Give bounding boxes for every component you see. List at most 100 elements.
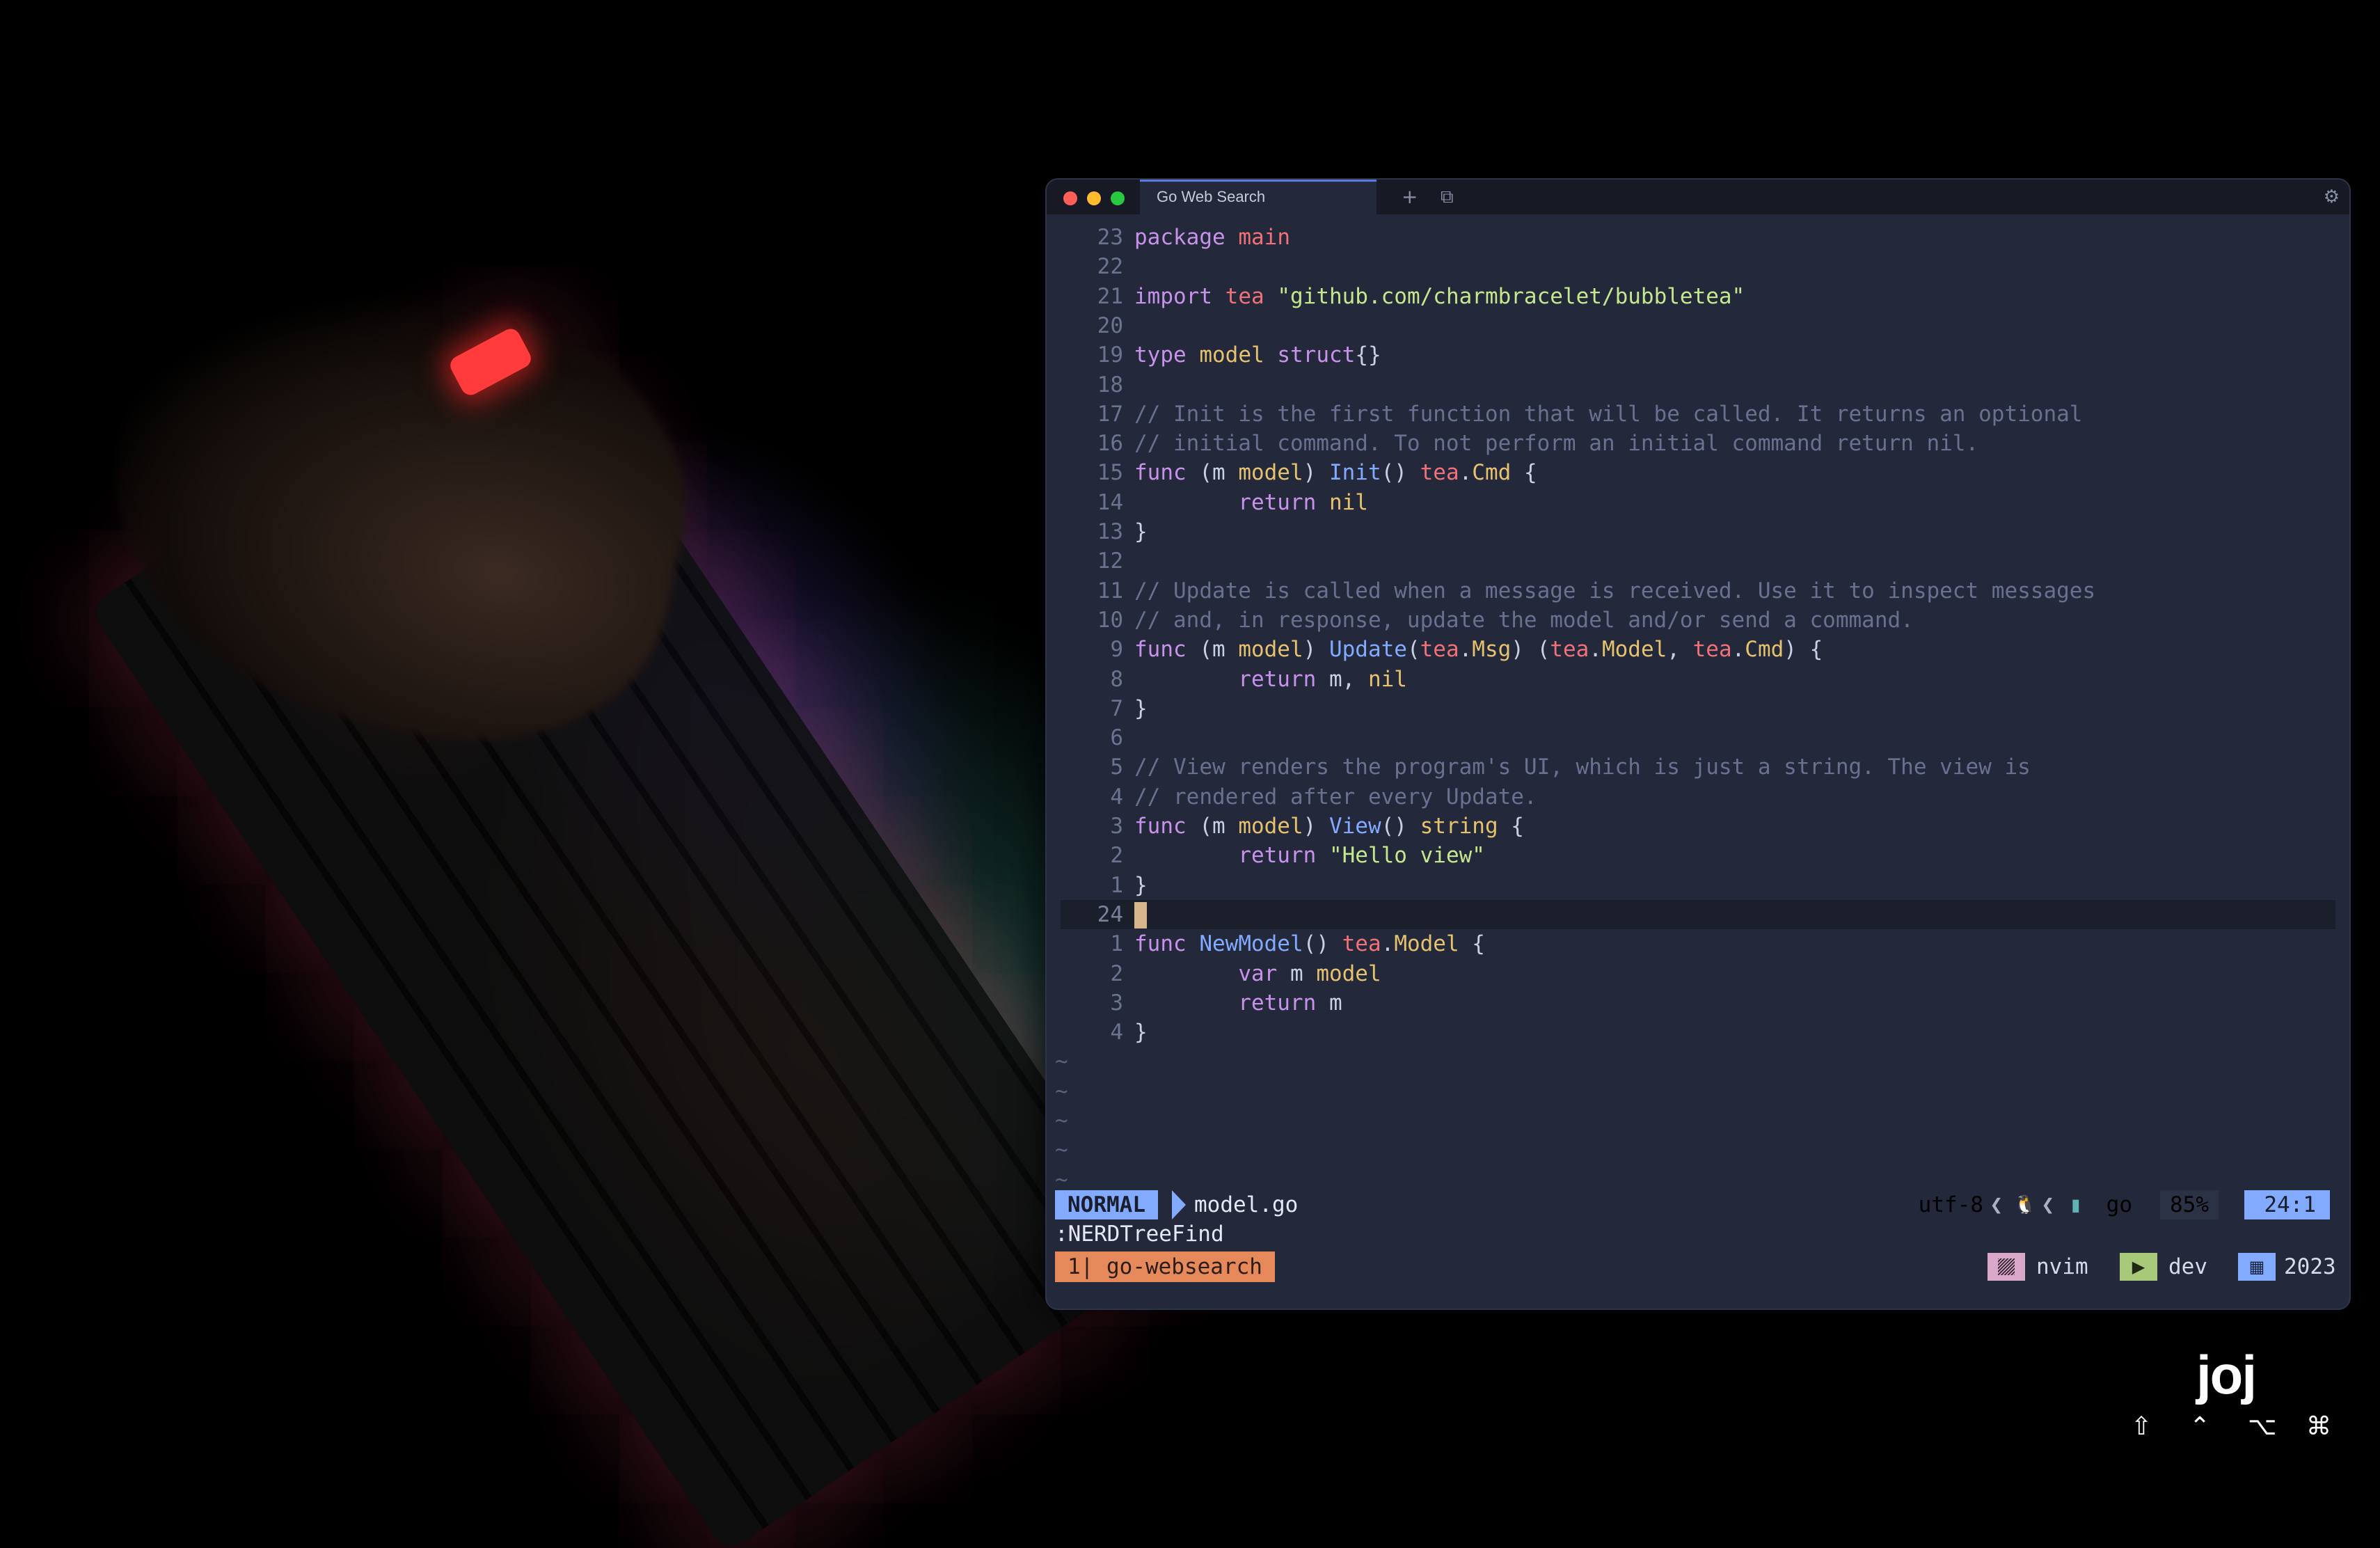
line-code: return "Hello view" [1238, 843, 1485, 869]
line-number: 7 [1110, 695, 1123, 721]
minimize-window-button[interactable] [1087, 191, 1101, 205]
empty-line-marker: ~ [1055, 1049, 1068, 1075]
title-bar: Go Web Search + ⧉ ⚙ [1047, 180, 2349, 214]
line-code: } [1134, 519, 1148, 544]
command-line[interactable]: :NERDTreeFind [1055, 1219, 1224, 1249]
line-number: 15 [1097, 460, 1123, 486]
line-number: 23 [1097, 225, 1123, 250]
code-line[interactable]: 23 package main [1047, 223, 2349, 252]
line-code: // initial command. To not perform an in… [1134, 431, 1979, 457]
tab-go-web-search[interactable]: Go Web Search [1140, 180, 1377, 214]
separator-icon: ❮ [2041, 1192, 2054, 1217]
option-key-icon: ⌥ [2248, 1412, 2277, 1441]
code-line[interactable]: 19 type model struct{} [1047, 340, 2349, 370]
line-number: 8 [1110, 666, 1123, 692]
line-number: 2 [1110, 961, 1123, 986]
code-line[interactable]: 16 // initial command. To not perform an … [1047, 429, 2349, 458]
line-number: 24 [1097, 901, 1123, 927]
file-encoding: utf-8 [1918, 1192, 1983, 1217]
line-code: type model struct{} [1134, 342, 1381, 368]
line-code: func (m model) Init() tea.Cmd { [1134, 460, 1537, 486]
code-line[interactable]: 7} [1047, 694, 2349, 723]
code-line[interactable]: 5 // View renders the program's UI, which… [1047, 752, 2349, 782]
line-number: 10 [1097, 607, 1123, 633]
empty-line-marker: ~ [1055, 1078, 1068, 1104]
line-code: func (m model) Update(tea.Msg) (tea.Mode… [1134, 637, 1823, 663]
line-number: 4 [1110, 784, 1123, 809]
code-line[interactable]: 12 [1047, 546, 2349, 576]
maximize-window-button[interactable] [1111, 191, 1125, 205]
code-line[interactable]: 1} [1047, 871, 2349, 900]
code-line[interactable]: 1 func NewModel() tea.Model { [1047, 929, 2349, 958]
cursor-position: 24:1 [2244, 1190, 2330, 1219]
line-number: 16 [1097, 431, 1123, 457]
code-line[interactable]: 13} [1047, 517, 2349, 546]
code-line[interactable]: 11 // Update is called when a message is … [1047, 576, 2349, 606]
current-line[interactable]: 24 [1061, 899, 2335, 929]
code-line[interactable]: 22 [1047, 252, 2349, 281]
new-tab-icon[interactable]: + [1402, 185, 1418, 209]
line-number: 17 [1097, 401, 1123, 427]
line-number: 13 [1097, 519, 1123, 544]
code-line[interactable]: 4} [1047, 1018, 2349, 1047]
logo-text: joj [2196, 1344, 2257, 1405]
close-window-button[interactable] [1063, 191, 1077, 205]
line-number: 3 [1110, 990, 1123, 1016]
line-code: // View renders the program's UI, which … [1134, 755, 2031, 780]
line-code: func (m model) View() string { [1134, 814, 1524, 839]
code-line[interactable]: 18 [1047, 370, 2349, 400]
code-line[interactable]: 17 // Init is the first function that wil… [1047, 400, 2349, 429]
code-line[interactable]: 3 func (m model) View() string { [1047, 812, 2349, 841]
line-number: 3 [1110, 814, 1123, 839]
line-code: package main [1134, 225, 1290, 250]
line-code: } [1134, 1020, 1148, 1045]
line-code: // rendered after every Update. [1134, 784, 1537, 809]
line-number: 9 [1110, 637, 1123, 663]
code-editor[interactable]: 23 package main 22 21 import tea "github.com… [1047, 214, 2349, 1217]
tmux-year-label: 2023 [2284, 1254, 2336, 1279]
duplicate-tab-icon[interactable]: ⧉ [1441, 185, 1454, 209]
code-line[interactable]: 20 [1047, 311, 2349, 340]
gear-icon[interactable]: ⚙ [2324, 185, 2340, 209]
code-line[interactable]: 9 func (m model) Update(tea.Msg) (tea.Mod… [1047, 635, 2349, 664]
line-number: 20 [1097, 313, 1123, 338]
code-line[interactable]: 4 // rendered after every Update. [1047, 782, 2349, 812]
line-number: 19 [1097, 342, 1123, 368]
line-code: func NewModel() tea.Model { [1134, 931, 1485, 957]
code-line[interactable]: 21 import tea "github.com/charmbracelet/b… [1047, 282, 2349, 311]
shift-key-icon: ⇧ [2131, 1412, 2152, 1441]
line-number: 1 [1110, 872, 1123, 898]
file-type: go [2106, 1192, 2132, 1217]
empty-line-marker: ~ [1055, 1137, 1068, 1163]
status-line: NORMAL model.go utf-8 ❮ 🐧 ❮ ▮ go 85% 24:… [1055, 1190, 2330, 1219]
code-line[interactable]: 3 return m [1047, 988, 2349, 1018]
mode-indicator: NORMAL [1055, 1190, 1158, 1219]
line-code: } [1134, 872, 1148, 898]
code-line[interactable]: 10 // and, in response, update the model … [1047, 606, 2349, 635]
terminal-window: Go Web Search + ⧉ ⚙ 23 package main 22 21 im… [1045, 178, 2351, 1310]
code-line[interactable]: 14 return nil [1047, 488, 2349, 517]
code-line[interactable]: 2 var m model [1047, 959, 2349, 988]
code-line[interactable]: 6 [1047, 723, 2349, 752]
mode-separator [1172, 1190, 1186, 1219]
tmux-window-tab[interactable]: 1| go-websearch [1055, 1251, 1275, 1282]
line-number: 5 [1110, 755, 1123, 780]
file-name: model.go [1194, 1192, 1299, 1217]
line-code: } [1134, 695, 1148, 721]
line-code: // Init is the first function that will … [1134, 401, 2083, 427]
calendar-icon: ▦ [2238, 1253, 2276, 1281]
line-number: 22 [1097, 254, 1123, 280]
line-code: import tea "github.com/charmbracelet/bub… [1134, 283, 1745, 309]
line-number: 1 [1110, 931, 1123, 957]
line-code: return m, nil [1238, 666, 1407, 692]
line-number: 14 [1097, 489, 1123, 515]
line-number: 12 [1097, 548, 1123, 574]
line-number: 6 [1110, 725, 1123, 751]
code-line[interactable]: 2 return "Hello view" [1047, 841, 2349, 870]
line-code: var m model [1238, 961, 1381, 986]
terminal-icon: ▶ [2120, 1253, 2157, 1281]
scroll-percent: 85% [2160, 1190, 2219, 1219]
code-line[interactable]: 15 func (m model) Init() tea.Cmd { [1047, 458, 2349, 487]
process-icon: 🮙 [1988, 1253, 2025, 1281]
code-line[interactable]: 8 return m, nil [1047, 665, 2349, 694]
